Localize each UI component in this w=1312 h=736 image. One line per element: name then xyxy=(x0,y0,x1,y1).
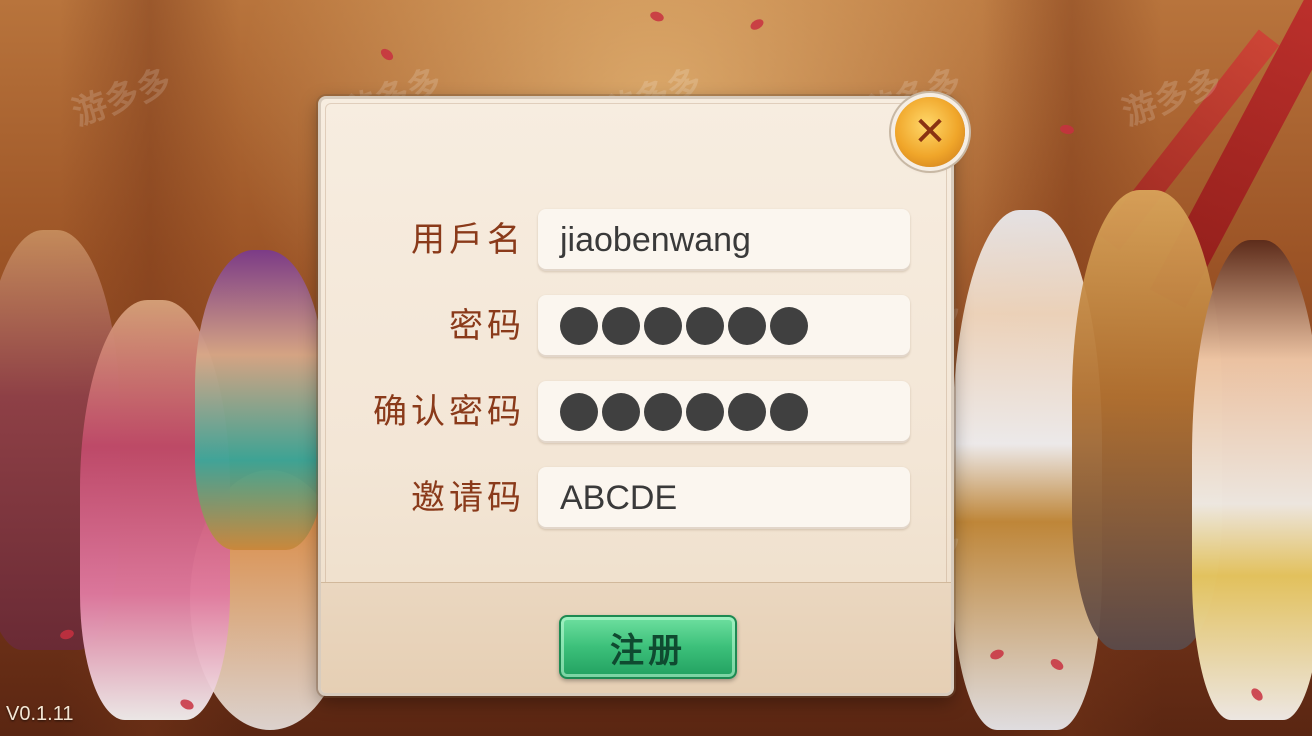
register-button[interactable]: 注册 xyxy=(559,615,737,679)
petal xyxy=(648,9,666,24)
password-label: 密码 xyxy=(449,306,525,346)
mask-dot xyxy=(644,393,682,431)
close-icon: ✕ xyxy=(913,109,947,155)
mask-dot xyxy=(560,393,598,431)
close-button[interactable]: ✕ xyxy=(895,97,965,167)
username-row: 用戶名 jiaobenwang xyxy=(321,209,957,271)
mask-dot xyxy=(644,307,682,345)
confirm-password-row: 确认密码 xyxy=(321,381,957,443)
mask-dot xyxy=(560,307,598,345)
register-button-label: 注册 xyxy=(610,630,686,671)
password-row: 密码 xyxy=(321,295,957,357)
confirm-password-mask xyxy=(560,381,910,443)
petal xyxy=(748,17,766,32)
confirm-password-label: 确认密码 xyxy=(373,392,525,432)
invite-code-input[interactable]: ABCDE xyxy=(538,467,910,529)
character-right-girl xyxy=(1192,240,1312,720)
character-purple-hair-girl xyxy=(195,250,325,550)
mask-dot xyxy=(686,307,724,345)
mask-dot xyxy=(602,307,640,345)
password-input[interactable] xyxy=(538,295,910,357)
invite-code-row: 邀请码 ABCDE xyxy=(321,467,957,529)
game-background: 游多多 游多多 游多多 游多多 游多多 游多多 游多多 游多多 游多多 游多多 … xyxy=(0,0,1312,736)
version-label: V0.1.11 xyxy=(6,703,74,725)
mask-dot xyxy=(602,393,640,431)
mask-dot xyxy=(728,393,766,431)
password-mask xyxy=(560,295,910,357)
mask-dot xyxy=(728,307,766,345)
register-dialog: 用戶名 jiaobenwang 密码 确认密码 邀请码 ABCDE 注册 ✕ xyxy=(318,96,965,696)
username-input[interactable]: jiaobenwang xyxy=(538,209,910,271)
username-label: 用戶名 xyxy=(411,220,525,260)
confirm-password-input[interactable] xyxy=(538,381,910,443)
mask-dot xyxy=(770,393,808,431)
petal xyxy=(378,46,396,63)
mask-dot xyxy=(770,307,808,345)
invite-code-label: 邀请码 xyxy=(411,478,525,518)
mask-dot xyxy=(686,393,724,431)
